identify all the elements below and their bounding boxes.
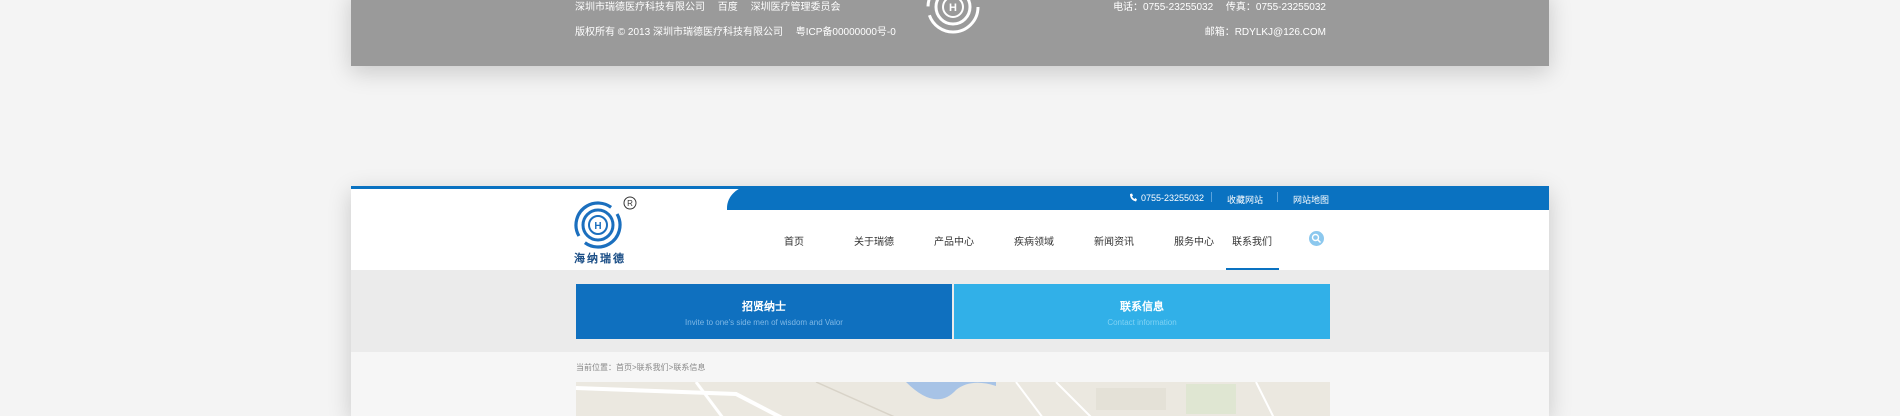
footer-link-company[interactable]: 深圳市瑞德医疗科技有限公司 [575, 2, 705, 13]
search-button[interactable] [1309, 231, 1324, 246]
footer-email: 邮箱：RDYLKJ@126.COM [1204, 27, 1326, 38]
footer-links: 深圳市瑞德医疗科技有限公司 百度 深圳医疗管理委员会 [575, 2, 851, 14]
tab-recruitment-title: 招贤纳士 [742, 301, 786, 313]
breadcrumb: 当前位置：首页>联系我们>联系信息 [576, 363, 706, 372]
nav-products[interactable]: 产品中心 [934, 233, 974, 248]
logo-name: 海纳瑞德 [574, 253, 626, 265]
registered-mark: R [627, 199, 633, 208]
phone-icon [1130, 193, 1137, 202]
nav-about[interactable]: 关于瑞德 [854, 233, 894, 248]
tab-contact-title: 联系信息 [1120, 301, 1164, 313]
tab-contact-subtitle: Contact information [1107, 318, 1177, 327]
footer-link-baidu[interactable]: 百度 [718, 2, 738, 13]
tab-contact-info[interactable]: 联系信息 Contact information [954, 284, 1330, 339]
footer-logo-icon: H [926, 0, 980, 34]
footer-phone: 电话：0755-23255032 [1113, 2, 1214, 13]
nav-service[interactable]: 服务中心 [1174, 233, 1214, 248]
footer-copyright: 版权所有 © 2013 深圳市瑞德医疗科技有限公司 [575, 27, 783, 38]
footer-link-committee[interactable]: 深圳医疗管理委员会 [751, 2, 841, 13]
sitemap-link[interactable]: 网站地图 [1293, 193, 1329, 206]
footer-contact-line: 电话：0755-23255032 传真：0755-23255032 [1113, 2, 1326, 14]
footer-logo-letter: H [949, 2, 957, 14]
map-image [576, 382, 1330, 416]
footer-fax: 传真：0755-23255032 [1225, 2, 1326, 13]
nav-diseases[interactable]: 疾病领域 [1014, 233, 1054, 248]
nav-home[interactable]: 首页 [784, 233, 804, 248]
topbar-divider [1277, 192, 1278, 202]
bookmark-link[interactable]: 收藏网站 [1227, 193, 1263, 206]
tab-recruitment-subtitle: Invite to one's side men of wisdom and V… [685, 318, 843, 327]
logo-letter: H [594, 221, 601, 232]
site-preview-card: 0755-23255032 收藏网站 网站地图 H R 海纳瑞德 首页 关于瑞德… [351, 186, 1549, 416]
top-bar: 0755-23255032 收藏网站 网站地图 [727, 186, 1549, 210]
search-icon [1311, 233, 1322, 244]
location-map[interactable] [576, 382, 1330, 416]
topbar-phone: 0755-23255032 [1141, 193, 1205, 203]
nav-news[interactable]: 新闻资讯 [1094, 233, 1134, 248]
nav-contact[interactable]: 联系我们 [1232, 233, 1272, 248]
footer-icp: 粤ICP备00000000号-0 [795, 27, 896, 38]
site-logo[interactable]: H R 海纳瑞德 [573, 194, 639, 265]
footer-copyright-line: 版权所有 © 2013 深圳市瑞德医疗科技有限公司 粤ICP备00000000号… [575, 27, 906, 39]
topbar-divider [1211, 192, 1212, 202]
tab-recruitment[interactable]: 招贤纳士 Invite to one's side men of wisdom … [576, 284, 952, 339]
footer-card: 深圳市瑞德医疗科技有限公司 百度 深圳医疗管理委员会 版权所有 © 2013 深… [351, 0, 1549, 66]
